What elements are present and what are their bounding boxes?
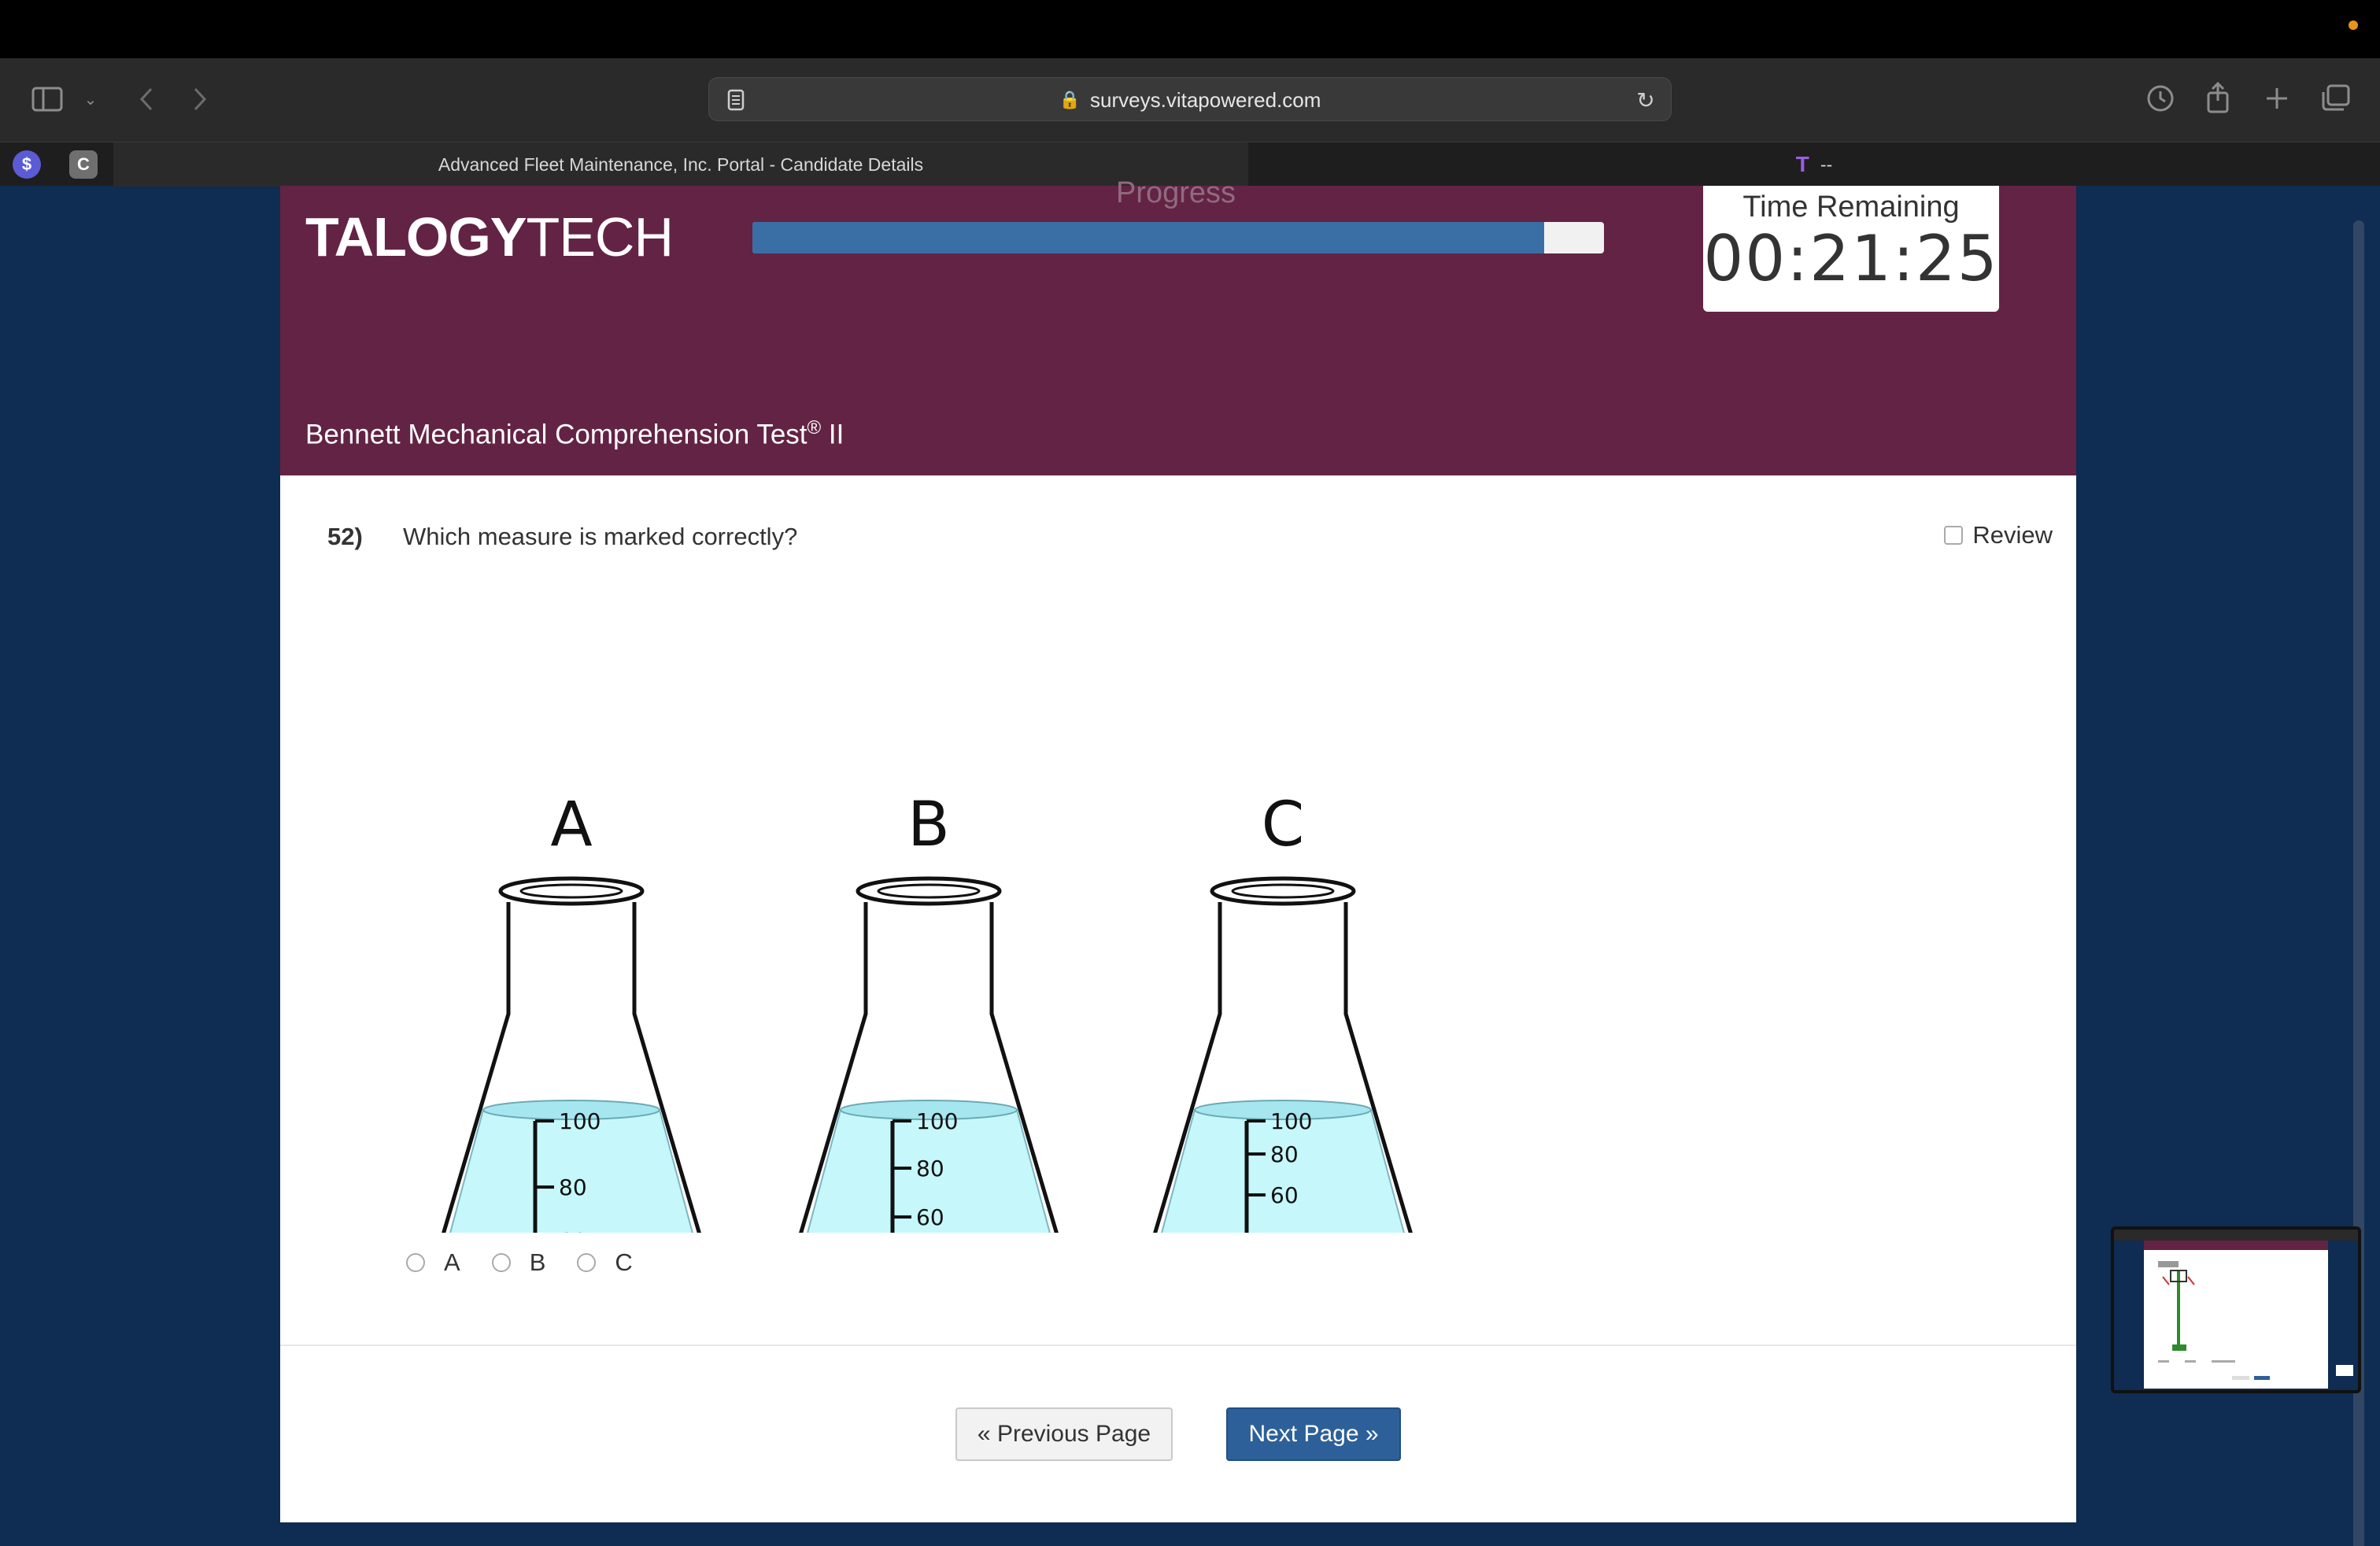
option-b-radio[interactable] [491, 1253, 511, 1272]
option-c-radio[interactable] [577, 1253, 597, 1272]
scale-label: 80 [1270, 1141, 1299, 1167]
review-label: Review [1972, 521, 2053, 549]
share-icon[interactable] [2201, 79, 2235, 117]
new-tab-icon[interactable] [2259, 80, 2295, 117]
test-title: Bennett Mechanical Comprehension Test® I… [305, 417, 844, 450]
divider [280, 1344, 2076, 1346]
option-a[interactable]: A [406, 1248, 460, 1277]
address-bar[interactable]: 🔒 surveys.vitapowered.com ↻ [708, 77, 1672, 121]
lock-icon: 🔒 [1059, 90, 1081, 109]
scale-label: 60 [916, 1204, 944, 1230]
scale-label: 60 [559, 1228, 587, 1233]
assessment-page: TALOGY TECH Progress Time Remaining 00:21… [280, 176, 2076, 1522]
flask-a: A10080604020 [442, 790, 701, 1233]
thumbnail-image [2114, 1230, 2358, 1390]
assessment-header: TALOGY TECH Progress Time Remaining 00:21… [280, 176, 2076, 475]
option-c[interactable]: C [577, 1248, 633, 1277]
answer-options: A B C [406, 1248, 633, 1277]
review-checkbox-box[interactable] [1944, 526, 1964, 545]
flask-c: C10080604020 [1153, 790, 1413, 1233]
next-page-button[interactable]: Next Page » [1226, 1407, 1401, 1461]
reload-icon[interactable]: ↻ [1632, 86, 1660, 114]
flask-b: B10080604020 [799, 790, 1059, 1233]
talogy-favicon-icon: T [1795, 152, 1809, 176]
question-number: 52) [327, 523, 363, 550]
pinned-tab-dollar-icon[interactable]: $ [13, 150, 41, 179]
chevron-down-icon[interactable]: ⌄ [79, 85, 102, 113]
pinned-tab-c[interactable]: C [69, 150, 98, 179]
option-b[interactable]: B [491, 1248, 545, 1277]
question-text: Which measure is marked correctly? [403, 523, 798, 550]
url-text: surveys.vitapowered.com [1090, 87, 1321, 112]
macos-menu-bar [0, 0, 2380, 58]
talogy-logo: TALOGY TECH [305, 206, 674, 268]
tab-overview-icon[interactable] [2317, 80, 2353, 117]
back-icon[interactable] [132, 82, 161, 117]
flask-letter: A [550, 790, 592, 860]
timer-value: 00:21:25 [1703, 222, 1999, 295]
browser-toolbar: ⌄ 🔒 surveys.vitapowered.com ↻ [0, 58, 2380, 142]
sidebar-toggle-icon[interactable] [30, 82, 65, 117]
progress-bar [752, 222, 1604, 253]
history-icon[interactable] [2142, 80, 2179, 117]
tab-candidate-details[interactable]: Advanced Fleet Maintenance, Inc. Portal … [113, 142, 1248, 187]
progress-label: Progress [1116, 176, 1236, 209]
timer-box: Time Remaining 00:21:25 [1703, 186, 1999, 312]
scale-label: 80 [559, 1174, 587, 1200]
scale-label: 100 [559, 1108, 601, 1134]
tab-survey[interactable]: T -- [1248, 142, 2380, 187]
scale-label: 100 [916, 1108, 958, 1134]
scale-label: 60 [1270, 1182, 1299, 1208]
scale-label: 80 [916, 1156, 944, 1182]
forward-icon[interactable] [186, 82, 214, 117]
timer-label: Time Remaining [1743, 190, 1960, 224]
scale-label: 100 [1270, 1108, 1312, 1134]
flask-letter: B [907, 790, 950, 860]
flasks-illustration: A10080604020B10080604020C10080604020 [442, 790, 1413, 1233]
review-checkbox[interactable]: Review [1944, 521, 2053, 549]
previous-page-button[interactable]: « Previous Page [955, 1407, 1173, 1461]
progress-bar-fill [752, 222, 1545, 253]
option-a-radio[interactable] [406, 1253, 425, 1272]
screen-thumbnail-preview[interactable] [2111, 1226, 2361, 1393]
flask-letter: C [1262, 790, 1304, 860]
recording-indicator-icon [2349, 20, 2358, 30]
